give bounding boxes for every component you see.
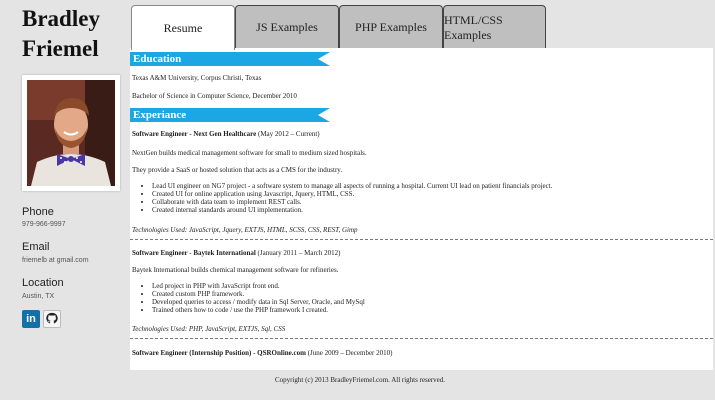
octocat-icon	[46, 312, 58, 324]
job-title: Software Engineer - Baytek International	[132, 249, 256, 257]
list-item: Developed queries to access / modify dat…	[152, 298, 365, 306]
section-divider	[130, 239, 713, 240]
portrait-image	[27, 80, 115, 186]
list-item: Led project in PHP with JavaScript front…	[152, 282, 365, 290]
email-value: friemelb at gmail.com	[22, 257, 89, 264]
job-description: Baytek International builds chemical man…	[132, 266, 339, 274]
job-title: Software Engineer - Next Gen Healthcare	[132, 130, 257, 138]
list-item: Lead UI engineer on NG7 project - a soft…	[152, 182, 552, 190]
phone-label: Phone	[22, 206, 54, 218]
job-title-row: Software Engineer (Internship Position) …	[132, 349, 392, 358]
list-item: Trained others how to code / use the PHP…	[152, 306, 365, 314]
job-technologies: Technologies Used: JavaScript, Jquery, E…	[132, 226, 358, 234]
list-item: Collaborate with data team to implement …	[152, 198, 552, 206]
tab-php-examples[interactable]: PHP Examples	[339, 5, 443, 49]
education-degree: Bachelor of Science in Computer Science,…	[132, 92, 297, 100]
education-school: Texas A&M University, Corpus Christi, Te…	[132, 74, 262, 82]
linkedin-icon[interactable]: in	[22, 310, 40, 328]
profile-photo	[22, 75, 120, 191]
list-item: Created custom PHP framework.	[152, 290, 365, 298]
job-dates: (June 2009 – December 2010)	[307, 349, 393, 357]
profile-name: Bradley Friemel	[22, 4, 100, 64]
tab-js-examples[interactable]: JS Examples	[235, 5, 339, 49]
location-label: Location	[22, 277, 64, 289]
location-value: Austin, TX	[22, 293, 55, 300]
linkedin-icon-text: in	[26, 313, 36, 325]
job-title-row: Software Engineer - Baytek International…	[132, 249, 341, 258]
job-description: NextGen builds medical management softwa…	[132, 149, 367, 157]
sidebar: Bradley Friemel Phone 979-966-9997 Email…	[0, 0, 130, 400]
resume-panel: Education Texas A&M University, Corpus C…	[130, 48, 713, 370]
section-divider	[130, 338, 713, 339]
footer-copyright: Copyright (c) 2013 BradleyFriemel.com. A…	[274, 376, 446, 384]
tab-label: HTML/CSS Examples	[444, 12, 503, 42]
job-title-row: Software Engineer - Next Gen Healthcare …	[132, 130, 320, 139]
tab-label: Resume	[163, 20, 203, 35]
tab-label: JS Examples	[256, 20, 318, 34]
email-label: Email	[22, 241, 50, 253]
phone-value: 979-966-9997	[22, 221, 66, 228]
education-heading: Education	[130, 52, 330, 66]
experience-heading: Experiance	[130, 108, 330, 122]
tab-label: PHP Examples	[355, 20, 427, 34]
list-item: Created internal standards around UI imp…	[152, 206, 552, 214]
job-description: They provide a SaaS or hosted solution t…	[132, 166, 343, 174]
job-dates: (May 2012 – Current)	[257, 130, 320, 138]
list-item: Created UI for online application using …	[152, 190, 552, 198]
last-name: Friemel	[22, 36, 99, 61]
job-title: Software Engineer (Internship Position) …	[132, 349, 306, 357]
job-bullets: Lead UI engineer on NG7 project - a soft…	[152, 182, 552, 214]
tab-resume[interactable]: Resume	[131, 5, 235, 50]
job-dates: (January 2011 – March 2012)	[257, 249, 341, 257]
tab-html-css-examples[interactable]: HTML/CSS Examples	[443, 5, 546, 49]
first-name: Bradley	[22, 6, 100, 31]
job-bullets: Led project in PHP with JavaScript front…	[152, 282, 365, 314]
github-icon[interactable]	[43, 310, 61, 328]
job-technologies: Technologies Used: PHP, JavaScript, EXTJ…	[132, 325, 286, 333]
social-links: in	[22, 310, 61, 328]
